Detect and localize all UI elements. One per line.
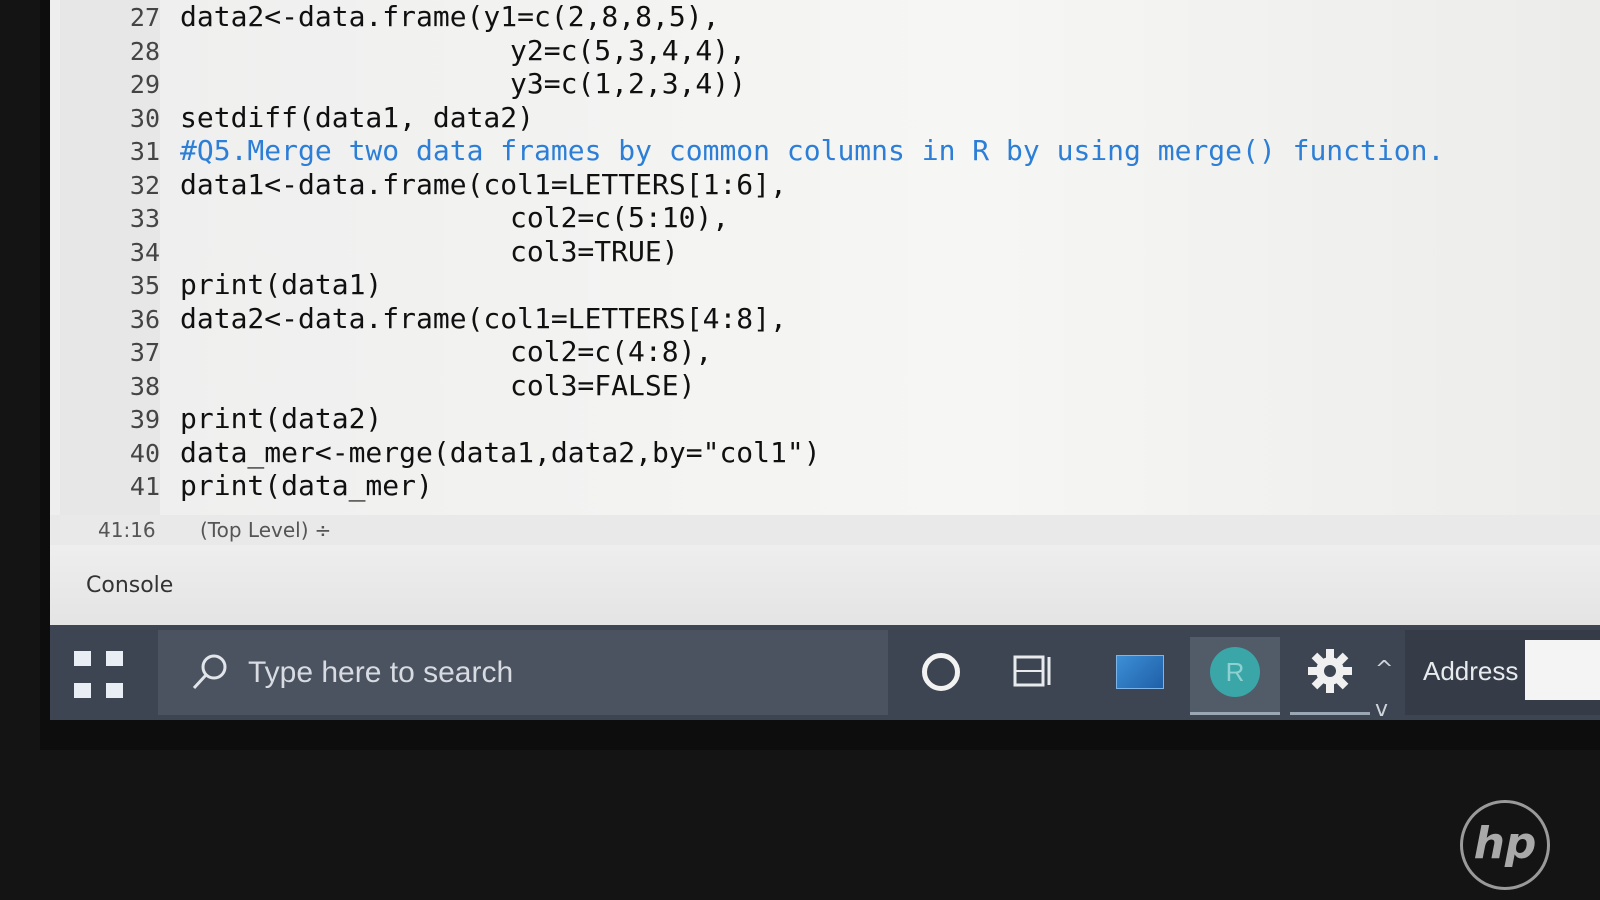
line-number: 35 bbox=[129, 271, 160, 300]
code-text: col3=TRUE) bbox=[510, 234, 679, 268]
taskbar-app-window-icon[interactable] bbox=[1110, 645, 1170, 700]
scope-label: (Top Level) bbox=[200, 518, 309, 542]
code-line[interactable]: 32 data1<-data.frame(col1=LETTERS[1:6], bbox=[60, 168, 1600, 202]
line-number: 38 bbox=[129, 371, 160, 401]
code-line[interactable]: 41 print(data_mer) bbox=[60, 469, 1600, 503]
code-line[interactable]: 30 setdiff(data1, data2) bbox=[60, 101, 1600, 135]
code-line[interactable]: 39 print(data2) bbox=[60, 402, 1600, 436]
code-line[interactable]: 36 data2<-data.frame(col1=LETTERS[4:8], bbox=[60, 302, 1600, 336]
code-text: print(data_mer) bbox=[180, 469, 433, 502]
scope-caret-icon: ÷ bbox=[314, 518, 332, 542]
code-lines: 27 data2<-data.frame(y1=c(2,8,8,5), 28 y2=… bbox=[60, 0, 1600, 503]
line-number: 27 bbox=[129, 3, 160, 32]
code-text: col2=c(4:8), bbox=[510, 335, 713, 368]
task-view-icon[interactable] bbox=[1005, 645, 1065, 700]
address-toolbar[interactable]: Address bbox=[1405, 630, 1600, 715]
code-text: data1<-data.frame(col1=LETTERS[1:6], bbox=[180, 167, 787, 201]
cursor-position: 41:16 bbox=[98, 518, 156, 542]
editor-status-bar: 41:16 (Top Level) ÷ bbox=[50, 515, 1600, 545]
console-tab[interactable]: Console bbox=[86, 573, 173, 598]
line-number: 32 bbox=[129, 170, 160, 200]
code-line[interactable]: 34 col3=TRUE) bbox=[60, 235, 1600, 269]
line-number: 40 bbox=[129, 438, 160, 468]
line-number: 33 bbox=[129, 204, 160, 233]
code-editor[interactable]: 27 data2<-data.frame(y1=c(2,8,8,5), 28 y2=… bbox=[50, 0, 1600, 520]
windows-taskbar: Type here to search R ^ v Address bbox=[50, 625, 1600, 722]
code-text: data_mer<-merge(data1,data2,by="col1") bbox=[180, 435, 821, 469]
code-comment: #Q5.Merge two data frames by common colu… bbox=[180, 134, 1445, 167]
code-text: print(data1) bbox=[180, 268, 383, 301]
code-line[interactable]: 33 col2=c(5:10), bbox=[60, 201, 1600, 235]
rstudio-app-icon[interactable]: R bbox=[1190, 637, 1280, 715]
taskbar-search-box[interactable]: Type here to search bbox=[158, 630, 888, 715]
code-line[interactable]: 40 data_mer<-merge(data1,data2,by="col1") bbox=[60, 436, 1600, 470]
code-line[interactable]: 35 print(data1) bbox=[60, 268, 1600, 302]
hp-logo: hp bbox=[1460, 800, 1550, 890]
r-letter: R bbox=[1210, 647, 1260, 697]
line-number: 37 bbox=[129, 338, 160, 367]
line-number: 29 bbox=[129, 70, 160, 99]
line-number: 31 bbox=[129, 137, 160, 166]
code-line[interactable]: 37 col2=c(4:8), bbox=[60, 335, 1600, 369]
taskbar-scroll-chevrons[interactable]: ^ v bbox=[1375, 650, 1393, 730]
gear-icon[interactable] bbox=[1290, 637, 1370, 715]
address-input[interactable] bbox=[1525, 640, 1600, 700]
code-line[interactable]: 38 col3=FALSE) bbox=[60, 369, 1600, 403]
cortana-icon[interactable] bbox=[910, 645, 970, 700]
code-text: y2=c(5,3,4,4), bbox=[510, 33, 747, 67]
code-line[interactable]: 29 y3=c(1,2,3,4)) bbox=[60, 67, 1600, 101]
code-text: print(data2) bbox=[180, 402, 383, 435]
line-number: 34 bbox=[129, 237, 160, 267]
code-text: setdiff(data1, data2) bbox=[180, 100, 535, 134]
console-pane-header[interactable]: Console bbox=[50, 545, 1600, 625]
code-line[interactable]: 28 y2=c(5,3,4,4), bbox=[60, 34, 1600, 68]
line-number: 36 bbox=[129, 304, 160, 334]
address-label: Address bbox=[1423, 656, 1519, 686]
monitor-screen: 27 data2<-data.frame(y1=c(2,8,8,5), 28 y2=… bbox=[40, 0, 1600, 750]
chevron-down-icon[interactable]: v bbox=[1375, 690, 1393, 730]
line-number: 30 bbox=[129, 103, 160, 133]
chevron-up-icon[interactable]: ^ bbox=[1375, 650, 1393, 690]
search-placeholder: Type here to search bbox=[248, 656, 514, 689]
code-line[interactable]: 31 #Q5.Merge two data frames by common co… bbox=[60, 134, 1600, 168]
code-text: data2<-data.frame(y1=c(2,8,8,5), bbox=[180, 0, 720, 33]
code-text: col3=FALSE) bbox=[510, 368, 696, 402]
code-line[interactable]: 27 data2<-data.frame(y1=c(2,8,8,5), bbox=[60, 0, 1600, 34]
line-number: 41 bbox=[129, 472, 160, 501]
code-text: y3=c(1,2,3,4)) bbox=[510, 67, 747, 100]
code-text: col2=c(5:10), bbox=[510, 201, 730, 234]
scope-selector[interactable]: (Top Level) ÷ bbox=[200, 518, 331, 542]
line-number: 28 bbox=[129, 36, 160, 66]
line-number: 39 bbox=[129, 405, 160, 434]
code-text: data2<-data.frame(col1=LETTERS[4:8], bbox=[180, 301, 787, 335]
windows-start-icon[interactable] bbox=[70, 645, 130, 705]
search-icon bbox=[192, 654, 227, 690]
